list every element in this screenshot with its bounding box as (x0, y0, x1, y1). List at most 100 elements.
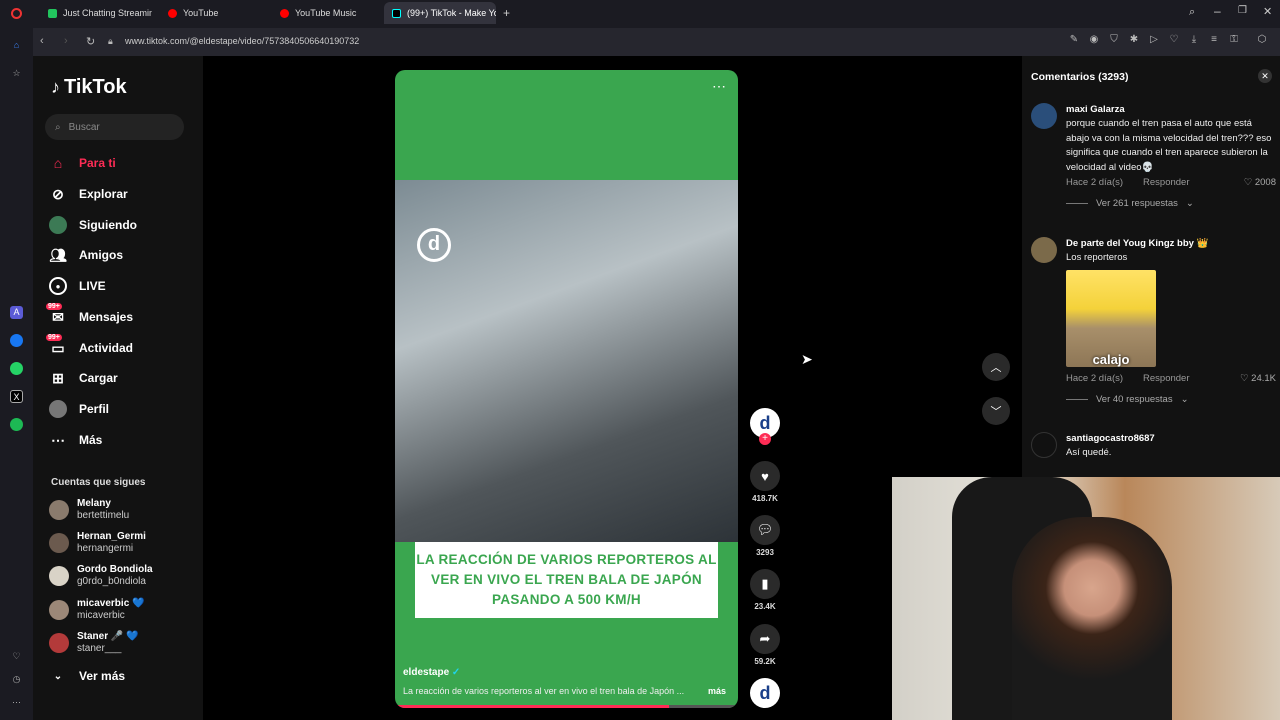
x-twitter-icon[interactable]: X (10, 390, 23, 403)
view-replies-button[interactable]: Ver 40 respuestas ⌄ (1066, 394, 1276, 405)
video-progress-bar[interactable] (395, 705, 738, 708)
comment-icon: 💬︎ (750, 515, 780, 545)
opera-logo-icon[interactable] (11, 8, 22, 19)
search-input[interactable]: ⌕ Buscar (45, 114, 184, 140)
more-button[interactable]: más (708, 686, 726, 696)
avatar (49, 566, 69, 586)
following-item[interactable]: Gordo Bondiola g0rdo_b0ndiola (49, 564, 153, 588)
webcam-overlay (892, 477, 1280, 720)
nav-mas[interactable]: ⋯ Más (49, 431, 102, 449)
bookmark-icon: ▮ (750, 569, 780, 599)
follow-plus-icon[interactable]: + (759, 433, 771, 445)
like-action[interactable]: ♥ 418.7K (750, 461, 780, 503)
search-tabs-icon[interactable]: ⌕ (1189, 6, 1195, 19)
close-icon[interactable]: ✕ (1258, 69, 1272, 83)
nav-siguiendo[interactable]: Siguiendo (49, 216, 137, 234)
reload-icon[interactable]: ↻ (86, 35, 95, 48)
new-tab-plus-icon[interactable]: + (503, 6, 510, 20)
nav-live[interactable]: ● LIVE (49, 277, 106, 295)
view-replies-button[interactable]: Ver 261 respuestas ⌄ (1066, 198, 1276, 209)
tab-youtube[interactable]: YouTube (160, 2, 270, 24)
comment-action[interactable]: 💬︎ 3293 (750, 515, 780, 557)
download-icon[interactable]: ⤓ (1188, 34, 1200, 46)
lock-icon: 🔒︎ (108, 36, 113, 46)
friends-icon: 👥︎ (49, 246, 67, 263)
tab-just-chatting[interactable]: Just Chatting Streaming - (40, 2, 152, 24)
video-options-icon[interactable]: ⋯ (712, 78, 726, 95)
play-icon[interactable]: ▷ (1148, 34, 1160, 46)
camera-icon[interactable]: ◉ (1088, 34, 1100, 46)
aria-icon[interactable]: A (10, 306, 23, 319)
following-item[interactable]: Hernan_Germi hernangermi (49, 531, 146, 555)
following-item[interactable]: Staner 🎤 💙 staner___ (49, 631, 139, 655)
forward-icon[interactable]: › (64, 35, 68, 47)
nav-amigos[interactable]: 👥︎ Amigos (49, 246, 123, 264)
spotify-icon[interactable] (10, 418, 23, 431)
history-icon[interactable]: ◷ (10, 673, 23, 686)
youtube-music-icon (280, 8, 289, 18)
reply-button[interactable]: Responder (1143, 373, 1189, 384)
restore-icon[interactable]: ❐ (1238, 5, 1247, 16)
comment-like[interactable]: ♡ 24.1K (1240, 373, 1276, 384)
following-item[interactable]: micaverbic 💙 micaverbic (49, 598, 145, 622)
nav-para-ti[interactable]: ⌂ Para ti (49, 154, 116, 172)
live-icon: ● (49, 277, 67, 295)
url-field[interactable]: www.tiktok.com/@eldestape/video/75738405… (125, 36, 359, 46)
save-action[interactable]: ▮ 23.4K (750, 569, 780, 611)
comments-panel: Comentarios (3293) ✕ maxi Galarza porque… (1022, 56, 1280, 477)
video-player[interactable]: ⋯ d LA REACCIÓN DE VARIOS REPORTEROS AL … (395, 70, 738, 708)
extension-icon[interactable]: ✱ (1128, 34, 1140, 46)
nav-actividad[interactable]: ▭ 99+ Actividad (46, 334, 133, 357)
video-username[interactable]: eldestape ✓ (403, 667, 460, 678)
mouse-cursor: ➤ (801, 351, 813, 367)
share-action[interactable]: ➦ 59.2K (750, 624, 780, 666)
see-more-button[interactable]: ⌄ Ver más (49, 667, 125, 685)
watermark-logo: d (417, 228, 451, 262)
video-frame: d (395, 180, 738, 542)
creator-avatar[interactable]: d + (750, 408, 780, 445)
kick-icon (48, 8, 57, 18)
address-bar: ‹ › ↻ 🔒︎ www.tiktok.com/@eldestape/video… (0, 28, 1280, 56)
heart-rail-icon[interactable]: ♡ (10, 650, 23, 663)
shield-icon[interactable]: ⛉ (1108, 34, 1120, 46)
next-video-button[interactable]: ﹀ (982, 397, 1010, 425)
activity-badge: 99+ (46, 334, 62, 341)
edit-icon[interactable]: ✎ (1068, 34, 1080, 46)
upload-icon: ⊞ (52, 369, 64, 386)
reply-button[interactable]: Responder (1143, 177, 1189, 188)
share-icon: ➦ (750, 624, 780, 654)
sound-icon: d (750, 678, 780, 708)
following-icon (49, 216, 67, 234)
avatar[interactable] (1031, 432, 1057, 458)
tab-youtube-music[interactable]: YouTube Music (272, 2, 382, 24)
nav-cargar[interactable]: ⊞ Cargar (49, 369, 118, 387)
avatar[interactable] (1031, 237, 1057, 263)
heart-icon: ♥ (750, 461, 780, 491)
close-window-icon[interactable]: ✕ (1263, 5, 1272, 18)
nav-perfil[interactable]: Perfil (49, 400, 109, 418)
nav-explorar[interactable]: ⊘ Explorar (49, 185, 128, 203)
profile-lock-icon[interactable]: ⚿ (1228, 34, 1240, 46)
video-overlay-caption: LA REACCIÓN DE VARIOS REPORTEROS AL VER … (415, 542, 718, 618)
heart-icon[interactable]: ♡ (1168, 34, 1180, 46)
avatar (49, 533, 69, 553)
tab-tiktok[interactable]: (99+) TikTok - Make Yo (384, 2, 496, 24)
home-rail-icon[interactable]: ⌂ (10, 39, 23, 52)
star-rail-icon[interactable]: ☆ (10, 67, 23, 80)
chevron-down-icon: ⌄ (53, 670, 63, 682)
youtube-icon (168, 8, 177, 18)
back-icon[interactable]: ‹ (40, 35, 44, 47)
menu-icon[interactable]: ≡ (1208, 34, 1220, 46)
previous-video-button[interactable]: ︿ (982, 353, 1010, 381)
settings-icon[interactable]: ⬡ (1256, 34, 1268, 46)
messenger-icon[interactable] (10, 334, 23, 347)
comment-like[interactable]: ♡ 2008 (1244, 177, 1276, 188)
nav-mensajes[interactable]: ✉ 99+ Mensajes (46, 303, 133, 326)
avatar[interactable] (1031, 103, 1057, 129)
minimize-icon[interactable]: – (1214, 4, 1221, 18)
music-disc[interactable]: d (750, 678, 780, 708)
tiktok-logo[interactable]: ♪ TikTok (51, 76, 127, 99)
whatsapp-icon[interactable] (10, 362, 23, 375)
following-item[interactable]: Melany bertettimelu (49, 498, 129, 522)
more-rail-icon[interactable]: ⋯ (10, 696, 23, 709)
